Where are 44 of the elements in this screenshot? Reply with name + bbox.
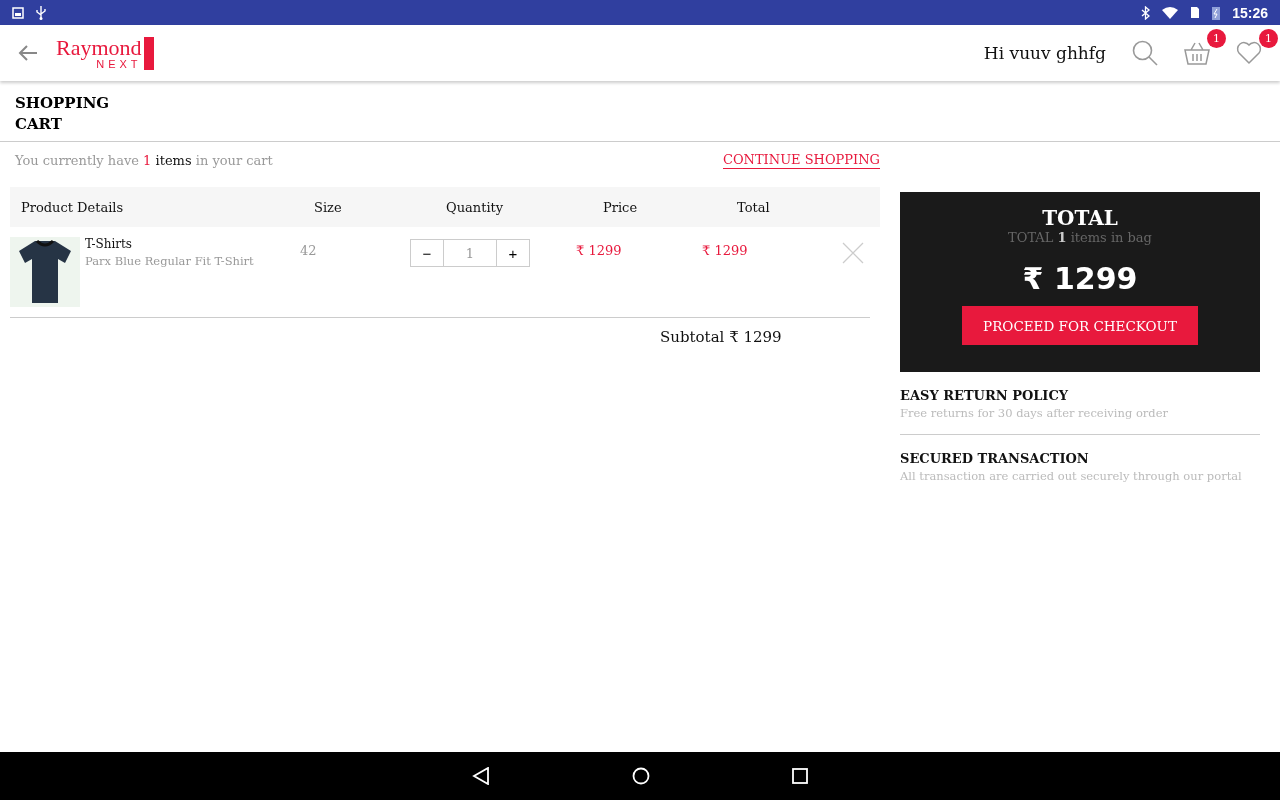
user-greeting: Hi vuuv ghhfg <box>983 43 1106 63</box>
back-icon[interactable] <box>472 767 490 785</box>
wishlist-count-badge: 1 <box>1259 29 1278 48</box>
column-header: Product Details <box>21 199 125 215</box>
bluetooth-icon <box>1141 5 1151 20</box>
increase-button[interactable]: + <box>496 239 530 267</box>
product-name: Parx Blue Regular Fit T-Shirt <box>85 254 254 268</box>
search-icon[interactable] <box>1132 40 1158 66</box>
total-title: TOTAL <box>1042 206 1118 230</box>
wifi-icon <box>1162 6 1179 19</box>
home-icon[interactable] <box>632 767 650 785</box>
subtotal: Subtotal ₹ 1299 <box>660 328 782 346</box>
clock: 15:26 <box>1232 4 1268 21</box>
items-in-bag: TOTAL 1 items in bag <box>1008 230 1152 245</box>
column-header: Price <box>602 199 639 215</box>
page-title: SHOPPING CART <box>15 93 111 135</box>
item-price: ₹ 1299 <box>575 242 623 258</box>
sim-icon <box>1190 6 1201 19</box>
cart-summary: You currently have 1 items in your cart <box>15 153 273 168</box>
image-icon <box>12 6 24 19</box>
item-total: ₹ 1299 <box>702 242 749 258</box>
total-amount: ₹ 1299 <box>1022 261 1138 296</box>
policy-title: EASY RETURN POLICY <box>900 388 1070 403</box>
usb-icon <box>36 5 46 20</box>
decrease-button[interactable]: − <box>410 239 444 267</box>
column-header: Quantity <box>445 199 505 215</box>
policy-text: All transaction are carried out securely through our portal <box>900 469 1243 483</box>
checkout-button[interactable]: PROCEED FOR CHECKOUT <box>962 306 1198 345</box>
product-category: T-Shirts <box>85 237 133 251</box>
basket-icon[interactable] <box>1184 41 1210 65</box>
recents-icon[interactable] <box>792 768 808 784</box>
policy-text: Free returns for 30 days after receiving order <box>900 406 1170 420</box>
tshirt-photo <box>10 237 80 307</box>
column-header: Total <box>736 199 771 215</box>
product-size: 42 <box>299 242 318 258</box>
policy-title: SECURED TRANSACTION <box>900 451 1090 466</box>
battery-icon <box>1212 5 1221 20</box>
cart-count-badge: 1 <box>1207 29 1226 48</box>
brand-logo[interactable]: Raymond NEXT <box>56 36 154 70</box>
column-header: Size <box>313 199 343 215</box>
continue-shopping-link[interactable]: CONTINUE SHOPPING <box>722 152 880 169</box>
heart-icon[interactable] <box>1236 41 1262 65</box>
back-arrow-icon[interactable] <box>18 45 38 61</box>
quantity-field[interactable]: 1 <box>444 239 496 267</box>
